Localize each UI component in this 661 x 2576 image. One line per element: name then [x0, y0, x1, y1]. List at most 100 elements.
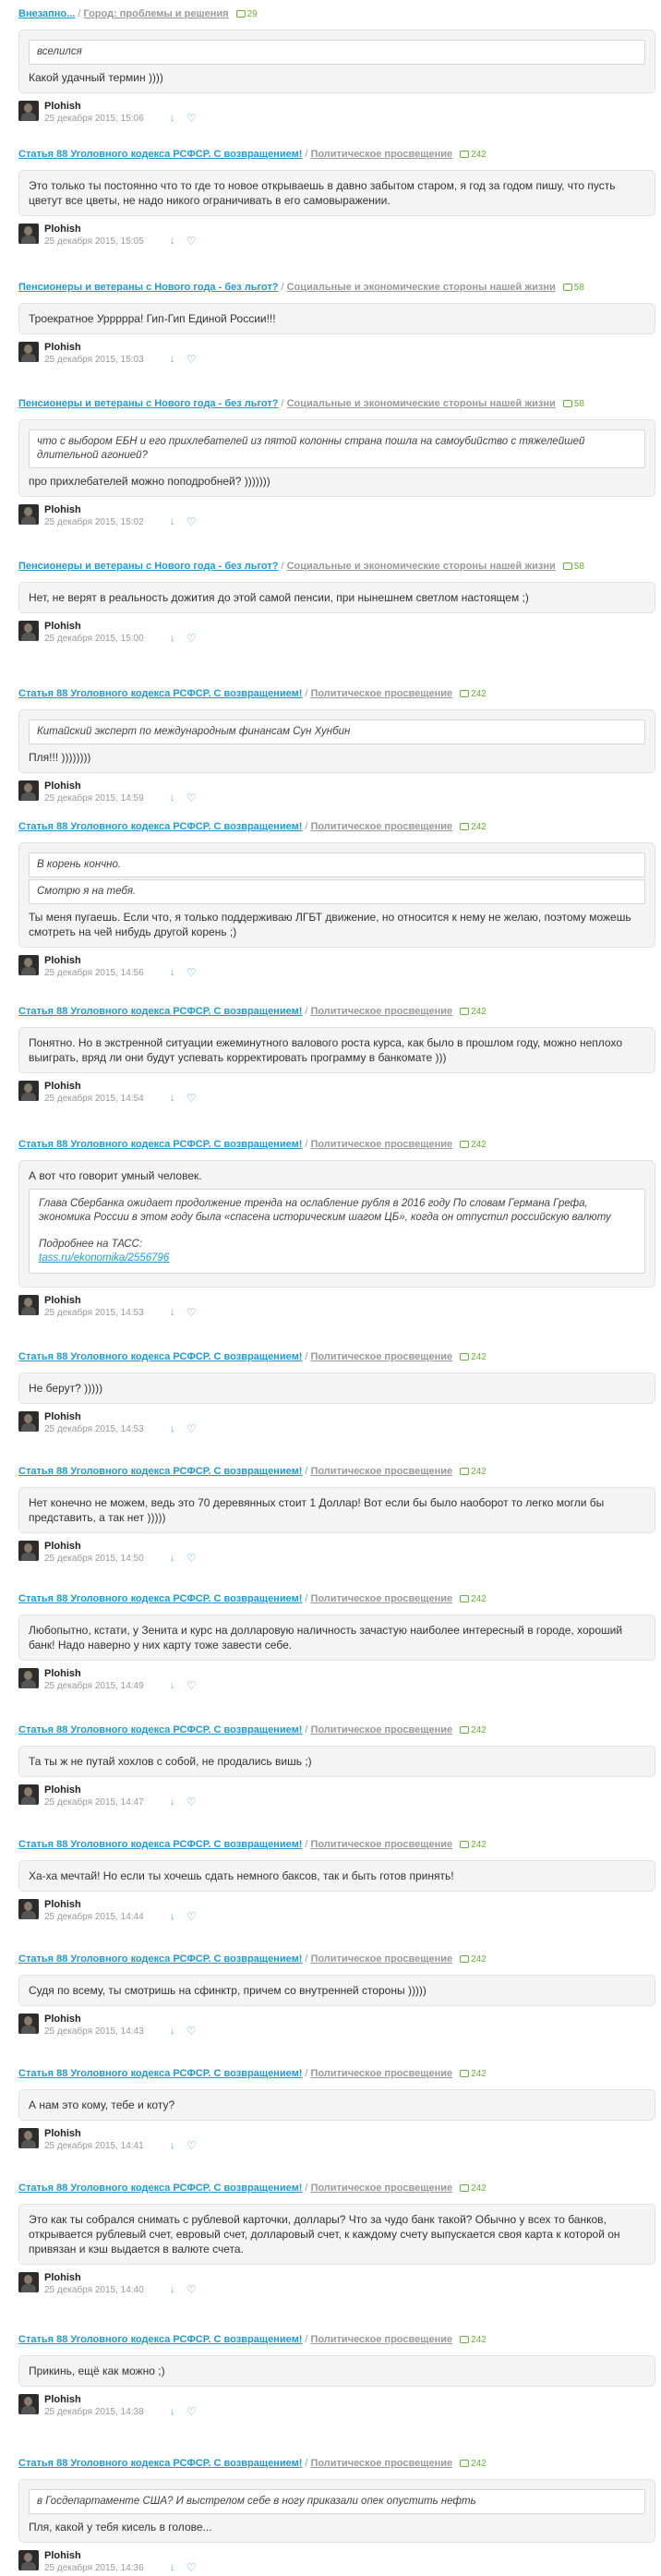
- arrow-down-icon[interactable]: ↓: [170, 1796, 175, 1808]
- heart-icon[interactable]: ♡: [186, 1552, 197, 1565]
- topic-link[interactable]: Статья 88 Уголовного кодекса РСФСР. С во…: [18, 1593, 302, 1604]
- username[interactable]: Plohish: [44, 2394, 81, 2405]
- quoted-article-link[interactable]: tass.ru/ekonomika/2556796: [39, 1252, 169, 1264]
- username[interactable]: Plohish: [44, 101, 81, 112]
- category-link[interactable]: Политическое просвещение: [310, 149, 452, 160]
- arrow-down-icon[interactable]: ↓: [170, 236, 175, 247]
- username[interactable]: Plohish: [44, 1411, 81, 1422]
- username[interactable]: Plohish: [44, 2272, 81, 2283]
- user-avatar[interactable]: [18, 621, 39, 641]
- username[interactable]: Plohish: [44, 1081, 81, 1092]
- username[interactable]: Plohish: [44, 780, 81, 792]
- heart-icon[interactable]: ♡: [186, 1679, 197, 1692]
- username[interactable]: Plohish: [44, 1295, 81, 1306]
- user-avatar[interactable]: [18, 1541, 39, 1561]
- category-link[interactable]: Политическое просвещение: [310, 2068, 452, 2079]
- arrow-down-icon[interactable]: ↓: [170, 1553, 175, 1564]
- category-link[interactable]: Политическое просвещение: [310, 1466, 452, 1477]
- arrow-down-icon[interactable]: ↓: [170, 1307, 175, 1318]
- topic-link[interactable]: Статья 88 Уголовного кодекса РСФСР. С во…: [18, 1351, 302, 1362]
- heart-icon[interactable]: ♡: [186, 515, 197, 528]
- topic-link[interactable]: Пенсионеры и ветераны с Нового года - бе…: [18, 282, 279, 293]
- arrow-down-icon[interactable]: ↓: [170, 113, 175, 124]
- category-link[interactable]: Политическое просвещение: [310, 2458, 452, 2469]
- topic-link[interactable]: Статья 88 Уголовного кодекса РСФСР. С во…: [18, 821, 302, 832]
- user-avatar[interactable]: [18, 2014, 39, 2034]
- user-avatar[interactable]: [18, 2550, 39, 2570]
- heart-icon[interactable]: ♡: [186, 112, 197, 125]
- arrow-down-icon[interactable]: ↓: [170, 354, 175, 365]
- heart-icon[interactable]: ♡: [186, 1910, 197, 1923]
- topic-link[interactable]: Статья 88 Уголовного кодекса РСФСР. С во…: [18, 1466, 302, 1477]
- category-link[interactable]: Социальные и экономические стороны нашей…: [287, 398, 556, 409]
- user-avatar[interactable]: [18, 1411, 39, 1432]
- arrow-down-icon[interactable]: ↓: [170, 792, 175, 804]
- category-link[interactable]: Политическое просвещение: [310, 1006, 452, 1017]
- username[interactable]: Plohish: [44, 1899, 81, 1910]
- heart-icon[interactable]: ♡: [186, 353, 197, 366]
- category-link[interactable]: Социальные и экономические стороны нашей…: [287, 282, 556, 293]
- heart-icon[interactable]: ♡: [186, 632, 197, 645]
- topic-link[interactable]: Статья 88 Уголовного кодекса РСФСР. С во…: [18, 688, 302, 699]
- category-link[interactable]: Политическое просвещение: [310, 1839, 452, 1850]
- user-avatar[interactable]: [18, 955, 39, 975]
- arrow-down-icon[interactable]: ↓: [170, 1911, 175, 1922]
- username[interactable]: Plohish: [44, 2128, 81, 2139]
- user-avatar[interactable]: [18, 1081, 39, 1101]
- heart-icon[interactable]: ♡: [186, 2283, 197, 2296]
- topic-link[interactable]: Статья 88 Уголовного кодекса РСФСР. С во…: [18, 1724, 302, 1735]
- topic-link[interactable]: Статья 88 Уголовного кодекса РСФСР. С во…: [18, 2068, 302, 2079]
- topic-link[interactable]: Статья 88 Уголовного кодекса РСФСР. С во…: [18, 149, 302, 160]
- user-avatar[interactable]: [18, 1295, 39, 1315]
- heart-icon[interactable]: ♡: [186, 1422, 197, 1435]
- arrow-down-icon[interactable]: ↓: [170, 2140, 175, 2151]
- topic-link[interactable]: Пенсионеры и ветераны с Нового года - бе…: [18, 561, 279, 572]
- user-avatar[interactable]: [18, 342, 39, 362]
- topic-link[interactable]: Статья 88 Уголовного кодекса РСФСР. С во…: [18, 2458, 302, 2469]
- heart-icon[interactable]: ♡: [186, 1796, 197, 1808]
- user-avatar[interactable]: [18, 780, 39, 801]
- category-link[interactable]: Политическое просвещение: [310, 821, 452, 832]
- category-link[interactable]: Политическое просвещение: [310, 1139, 452, 1150]
- user-avatar[interactable]: [18, 1668, 39, 1688]
- username[interactable]: Plohish: [44, 1541, 81, 1552]
- username[interactable]: Plohish: [44, 504, 81, 515]
- user-avatar[interactable]: [18, 2394, 39, 2414]
- username[interactable]: Plohish: [44, 2014, 81, 2025]
- topic-link[interactable]: Статья 88 Уголовного кодекса РСФСР. С во…: [18, 1139, 302, 1150]
- user-avatar[interactable]: [18, 101, 39, 121]
- topic-link[interactable]: Пенсионеры и ветераны с Нового года - бе…: [18, 398, 279, 409]
- username[interactable]: Plohish: [44, 1784, 81, 1796]
- category-link[interactable]: Политическое просвещение: [310, 1953, 452, 1965]
- username[interactable]: Plohish: [44, 955, 81, 966]
- user-avatar[interactable]: [18, 224, 39, 244]
- arrow-down-icon[interactable]: ↓: [170, 967, 175, 978]
- arrow-down-icon[interactable]: ↓: [170, 2026, 175, 2037]
- username[interactable]: Plohish: [44, 342, 81, 353]
- heart-icon[interactable]: ♡: [186, 1092, 197, 1105]
- arrow-down-icon[interactable]: ↓: [170, 516, 175, 527]
- category-link[interactable]: Город: проблемы и решения: [83, 8, 228, 19]
- arrow-down-icon[interactable]: ↓: [170, 633, 175, 644]
- heart-icon[interactable]: ♡: [186, 792, 197, 804]
- arrow-down-icon[interactable]: ↓: [170, 2406, 175, 2417]
- topic-link[interactable]: Статья 88 Уголовного кодекса РСФСР. С во…: [18, 1839, 302, 1850]
- username[interactable]: Plohish: [44, 224, 81, 235]
- heart-icon[interactable]: ♡: [186, 966, 197, 979]
- arrow-down-icon[interactable]: ↓: [170, 2562, 175, 2573]
- category-link[interactable]: Политическое просвещение: [310, 2183, 452, 2194]
- user-avatar[interactable]: [18, 2272, 39, 2292]
- topic-link[interactable]: Статья 88 Уголовного кодекса РСФСР. С во…: [18, 1953, 302, 1965]
- arrow-down-icon[interactable]: ↓: [170, 1423, 175, 1434]
- topic-link[interactable]: Статья 88 Уголовного кодекса РСФСР. С во…: [18, 1006, 302, 1017]
- user-avatar[interactable]: [18, 1784, 39, 1805]
- username[interactable]: Plohish: [44, 621, 81, 632]
- topic-link[interactable]: Статья 88 Уголовного кодекса РСФСР. С во…: [18, 2183, 302, 2194]
- category-link[interactable]: Политическое просвещение: [310, 1724, 452, 1735]
- username[interactable]: Plohish: [44, 2550, 81, 2561]
- arrow-down-icon[interactable]: ↓: [170, 1680, 175, 1691]
- user-avatar[interactable]: [18, 504, 39, 525]
- arrow-down-icon[interactable]: ↓: [170, 1093, 175, 1104]
- arrow-down-icon[interactable]: ↓: [170, 2284, 175, 2295]
- topic-link[interactable]: Внезапно...: [18, 8, 75, 19]
